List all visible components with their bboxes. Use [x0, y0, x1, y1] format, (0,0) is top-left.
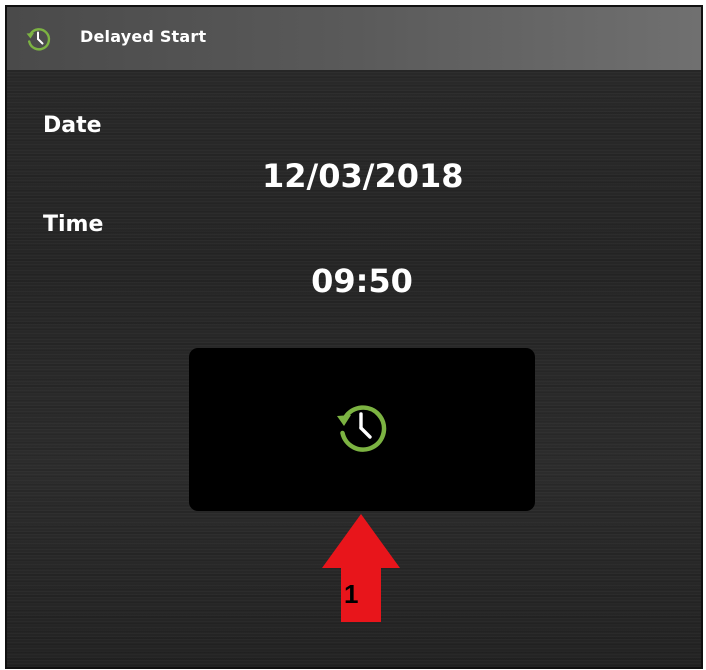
date-value[interactable]: 12/03/2018 [262, 157, 464, 195]
date-label: Date [43, 113, 102, 138]
window-title: Delayed Start [80, 27, 207, 46]
delayed-start-button[interactable] [189, 348, 535, 511]
time-value[interactable]: 09:50 [297, 262, 427, 300]
clock-history-icon [26, 28, 51, 51]
title-bar: Delayed Start [7, 7, 701, 70]
clock-history-icon [337, 405, 387, 452]
time-label: Time [43, 212, 104, 237]
annotation-number: 1 [344, 579, 359, 609]
annotation-arrow [322, 514, 400, 622]
app-window: Delayed Start Date 12/03/2018 Time 09:50… [5, 5, 703, 669]
